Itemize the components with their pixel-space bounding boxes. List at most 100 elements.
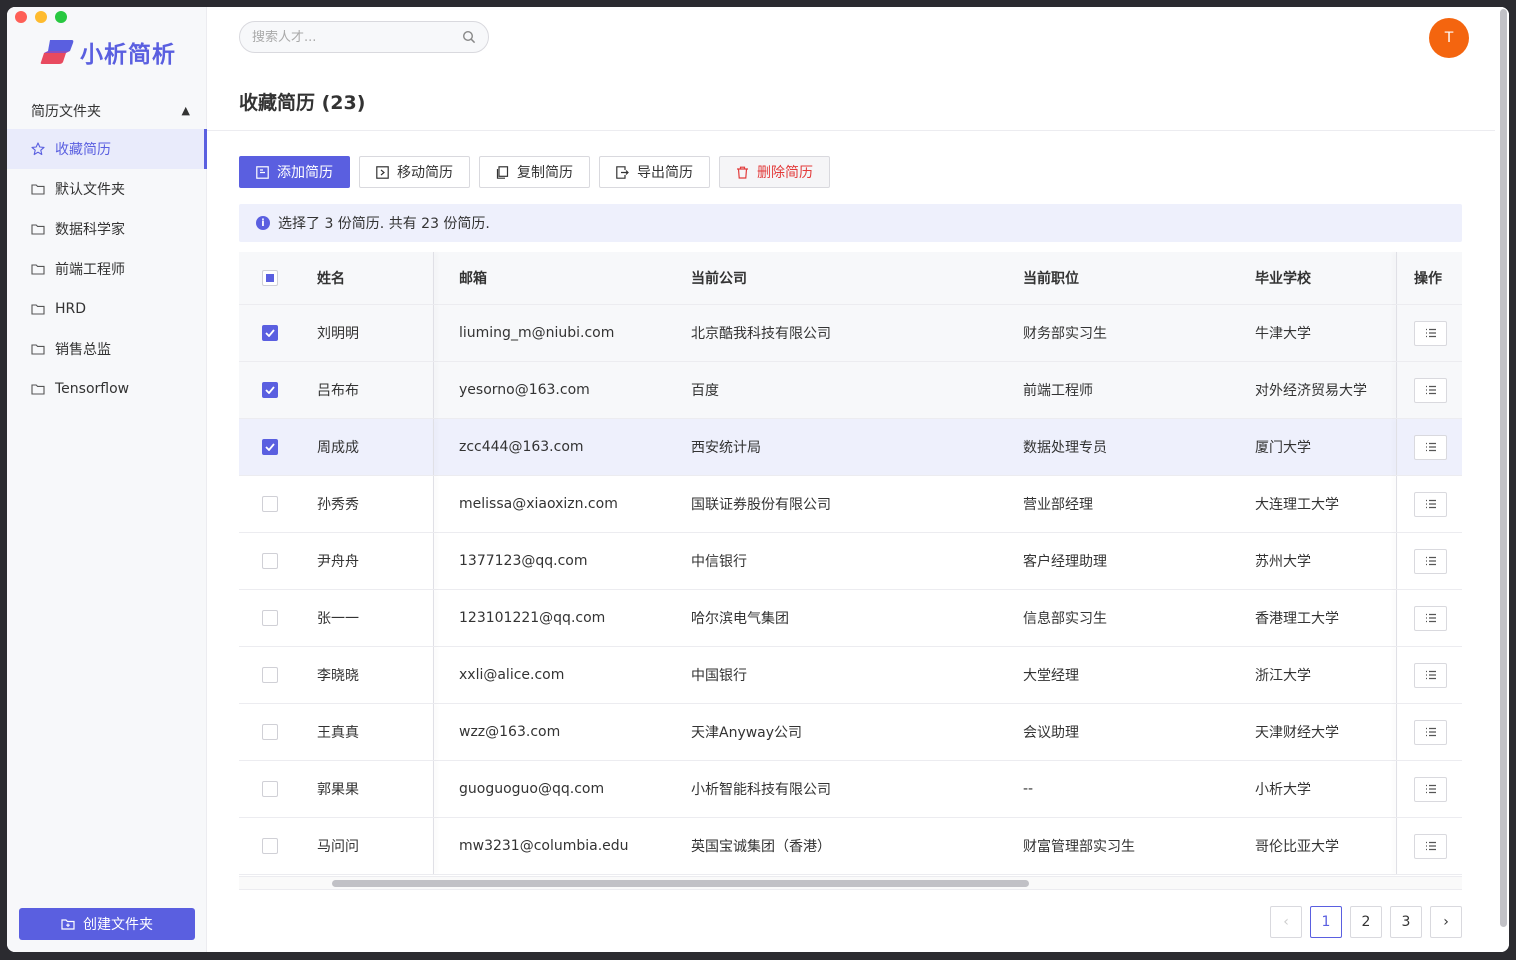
row-actions-button[interactable]: [1414, 605, 1447, 631]
cell-name: 尹舟舟: [317, 554, 359, 570]
table-row[interactable]: 吕布布 yesorno@163.com 百度 前端工程师 对外经济贸易大学: [239, 362, 1462, 419]
row-actions-button[interactable]: [1414, 320, 1447, 346]
cell-actions: [1397, 719, 1462, 745]
maximize-window-button[interactable]: [55, 11, 67, 23]
sidebar-item-0[interactable]: 收藏简历: [7, 129, 207, 169]
cell-position: 信息部实习生: [1023, 611, 1107, 627]
delete-resume-label: 删除简历: [757, 165, 813, 181]
column-header-position[interactable]: 当前职位: [998, 268, 1230, 288]
search-icon[interactable]: [462, 30, 476, 44]
column-header-school[interactable]: 毕业学校: [1230, 268, 1397, 288]
move-icon: [376, 165, 389, 179]
fixed-column-divider-left: [433, 252, 434, 304]
check-icon: [265, 386, 275, 394]
row-actions-button[interactable]: [1414, 833, 1447, 859]
cell-email: zcc444@163.com: [459, 439, 584, 455]
sidebar-item-6[interactable]: Tensorflow: [7, 369, 207, 409]
table-row[interactable]: 尹舟舟 1377123@qq.com 中信银行 客户经理助理 苏州大学: [239, 533, 1462, 590]
cell-position: 数据处理专员: [1023, 440, 1107, 456]
cell-email: xxli@alice.com: [459, 667, 565, 683]
search-box[interactable]: [239, 21, 489, 53]
horizontal-scrollbar-thumb[interactable]: [332, 880, 1029, 887]
cell-school: 浙江大学: [1255, 668, 1311, 684]
export-resume-button[interactable]: 导出简历: [599, 156, 710, 188]
column-header-company[interactable]: 当前公司: [666, 268, 998, 288]
sidebar-item-5[interactable]: 销售总监: [7, 329, 207, 369]
fixed-column-divider-left: [433, 704, 434, 760]
fixed-column-divider-right: [1396, 647, 1397, 703]
page-button-2[interactable]: 2: [1350, 906, 1382, 938]
vertical-scrollbar[interactable]: [1498, 9, 1508, 929]
chevron-up-icon[interactable]: ▲: [182, 104, 190, 117]
user-avatar[interactable]: T: [1429, 18, 1469, 58]
sidebar-item-4[interactable]: HRD: [7, 289, 207, 329]
cell-company: 国联证券股份有限公司: [691, 497, 831, 513]
cell-email: 123101221@qq.com: [459, 610, 606, 626]
row-actions-button[interactable]: [1414, 491, 1447, 517]
sidebar-item-1[interactable]: 默认文件夹: [7, 169, 207, 209]
sidebar-item-label: 前端工程师: [55, 262, 125, 278]
row-check-cell: [239, 610, 301, 626]
toolbar: 添加简历 移动简历 复制简历 导出简历 删除简历: [239, 156, 830, 188]
row-checkbox[interactable]: [262, 724, 278, 740]
row-actions-button[interactable]: [1414, 776, 1447, 802]
vertical-scrollbar-thumb[interactable]: [1500, 9, 1507, 927]
add-resume-button[interactable]: 添加简历: [239, 156, 350, 188]
row-checkbox[interactable]: [262, 382, 278, 398]
row-checkbox[interactable]: [262, 610, 278, 626]
column-header-email[interactable]: 邮箱: [434, 268, 666, 288]
create-folder-button[interactable]: 创建文件夹: [19, 908, 195, 940]
window-controls: [15, 11, 67, 23]
row-checkbox[interactable]: [262, 781, 278, 797]
row-actions-button[interactable]: [1414, 377, 1447, 403]
row-actions-button[interactable]: [1414, 434, 1447, 460]
prev-page-button[interactable]: ‹: [1270, 906, 1302, 938]
row-checkbox[interactable]: [262, 496, 278, 512]
cell-actions: [1397, 320, 1462, 346]
folder-icon: [31, 224, 45, 235]
copy-resume-button[interactable]: 复制简历: [479, 156, 590, 188]
resume-table: 姓名 邮箱 当前公司 当前职位 毕业学校 操作 刘明明 liuming_m@niu…: [239, 252, 1462, 875]
row-actions-button[interactable]: [1414, 662, 1447, 688]
table-row[interactable]: 孙秀秀 melissa@xiaoxizn.com 国联证券股份有限公司 营业部经理 大连…: [239, 476, 1462, 533]
cell-name: 吕布布: [317, 383, 359, 399]
minimize-window-button[interactable]: [35, 11, 47, 23]
row-checkbox[interactable]: [262, 325, 278, 341]
logo-icon: [40, 40, 74, 64]
search-input[interactable]: [252, 29, 452, 45]
sidebar-item-3[interactable]: 前端工程师: [7, 249, 207, 289]
sidebar-item-2[interactable]: 数据科学家: [7, 209, 207, 249]
column-header-name[interactable]: 姓名: [301, 268, 434, 288]
table-row[interactable]: 刘明明 liuming_m@niubi.com 北京酷我科技有限公司 财务部实习生 牛津…: [239, 305, 1462, 362]
page-button-1[interactable]: 1: [1310, 906, 1342, 938]
table-row[interactable]: 王真真 wzz@163.com 天津Anyway公司 会议助理 天津财经大学: [239, 704, 1462, 761]
next-page-button[interactable]: ›: [1430, 906, 1462, 938]
cell-school: 对外经济贸易大学: [1255, 383, 1367, 399]
cell-school: 厦门大学: [1255, 440, 1311, 456]
cell-email: mw3231@columbia.edu: [459, 838, 629, 854]
table-row[interactable]: 张一一 123101221@qq.com 哈尔滨电气集团 信息部实习生 香港理工大学: [239, 590, 1462, 647]
page-button-3[interactable]: 3: [1390, 906, 1422, 938]
fixed-column-divider-left: [433, 305, 434, 361]
folder-section-header[interactable]: 简历文件夹 ▲: [7, 87, 207, 135]
table-row[interactable]: 李晓晓 xxli@alice.com 中国银行 大堂经理 浙江大学: [239, 647, 1462, 704]
folder-icon: [31, 384, 45, 395]
select-all-checkbox[interactable]: [262, 270, 278, 286]
row-checkbox[interactable]: [262, 838, 278, 854]
table-row[interactable]: 郭果果 guoguoguo@qq.com 小析智能科技有限公司 -- 小析大学: [239, 761, 1462, 818]
row-checkbox[interactable]: [262, 439, 278, 455]
move-resume-button[interactable]: 移动简历: [359, 156, 470, 188]
table-row[interactable]: 周成成 zcc444@163.com 西安统计局 数据处理专员 厦门大学: [239, 419, 1462, 476]
row-actions-button[interactable]: [1414, 548, 1447, 574]
row-checkbox[interactable]: [262, 667, 278, 683]
fixed-column-divider-right: [1396, 252, 1397, 304]
row-checkbox[interactable]: [262, 553, 278, 569]
fixed-column-divider-left: [433, 362, 434, 418]
delete-resume-button[interactable]: 删除简历: [719, 156, 830, 188]
cell-email: 1377123@qq.com: [459, 553, 588, 569]
horizontal-scrollbar[interactable]: [239, 876, 1462, 890]
row-actions-button[interactable]: [1414, 719, 1447, 745]
table-body: 刘明明 liuming_m@niubi.com 北京酷我科技有限公司 财务部实习生 牛津…: [239, 305, 1462, 875]
close-window-button[interactable]: [15, 11, 27, 23]
table-row[interactable]: 马问问 mw3231@columbia.edu 英国宝诚集团（香港） 财富管理部实习生…: [239, 818, 1462, 875]
